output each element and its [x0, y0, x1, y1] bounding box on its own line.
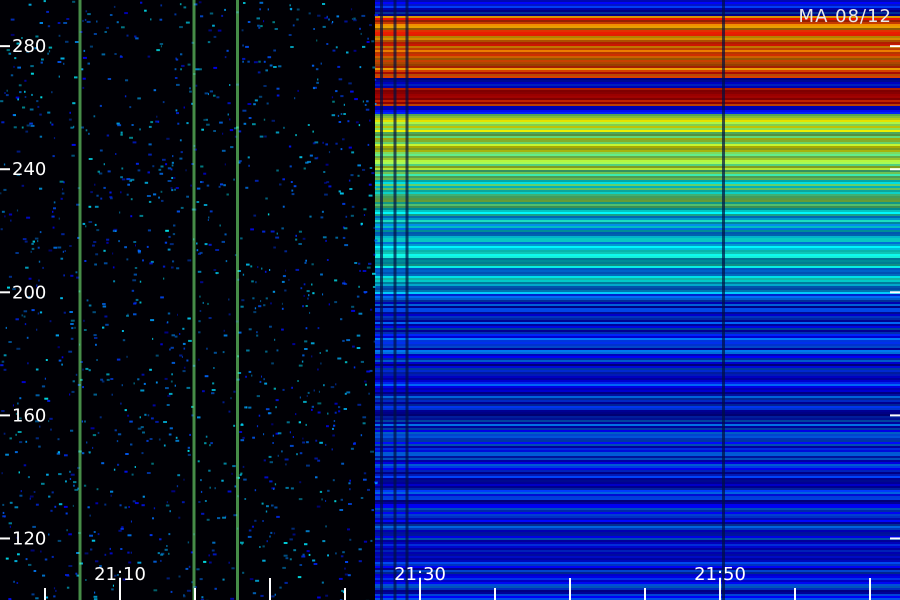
chart-overlay: MA 08/12	[0, 0, 900, 600]
corner-label: MA 08/12	[798, 6, 892, 27]
